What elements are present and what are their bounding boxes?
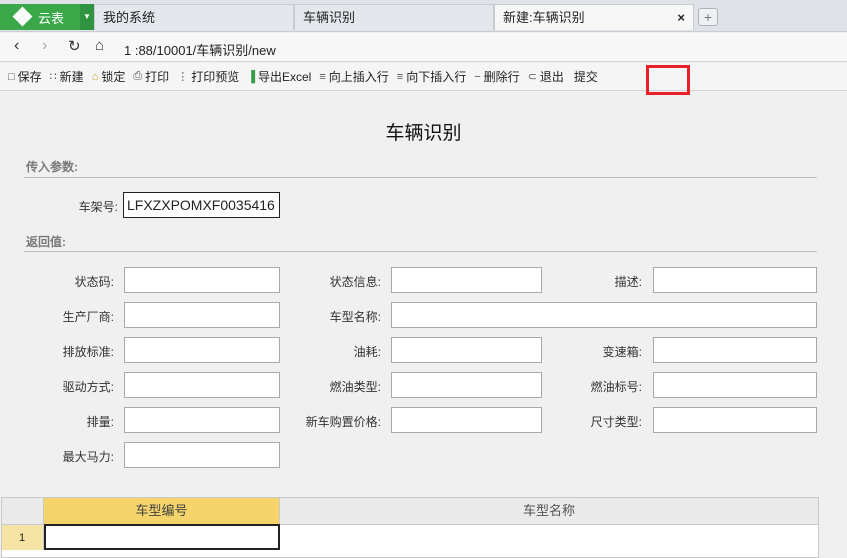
save-button[interactable]: □ 保存 (8, 65, 42, 89)
return-values-heading: 返回值: (26, 235, 66, 249)
fuel-consumption-label: 油耗: (353, 345, 381, 359)
model-table: 车型编号 车型名称 1 (1, 497, 819, 558)
max-power-label: 最大马力: (62, 450, 114, 464)
fuel-grade-field[interactable] (653, 372, 817, 398)
input-params-heading: 传入参数: (26, 160, 78, 174)
max-power-field[interactable] (124, 442, 280, 468)
exit-icon: ⊂ (527, 71, 537, 83)
export-excel-button[interactable]: ▐ 导出Excel (247, 65, 311, 89)
new-car-price-field[interactable] (391, 407, 542, 433)
delete-row-icon: − (474, 70, 481, 83)
gearbox-field[interactable] (653, 337, 817, 363)
print-icon: ⎙ (133, 70, 143, 82)
back-icon[interactable]: ‹ (14, 37, 19, 55)
emission-standard-label: 排放标准: (62, 345, 114, 359)
caret-down-icon[interactable]: ▼ (80, 4, 94, 30)
fuel-grade-label: 燃油标号: (590, 380, 642, 394)
print-preview-button[interactable]: ⋮ 打印预览 (177, 65, 239, 89)
forward-icon[interactable]: › (42, 37, 47, 55)
table-cell-model-name[interactable] (280, 524, 818, 550)
status-code-label: 状态码: (74, 275, 114, 289)
exit-button[interactable]: ⊂ 退出 (528, 65, 564, 89)
insert-row-below-button[interactable]: ≡ 向下插入行 (397, 65, 466, 89)
excel-icon: ▐ (247, 70, 255, 83)
tab-bar: 云表 ▼ 我的系统 车辆识别 新建:车辆识别 × + (0, 0, 847, 32)
new-icon: ∷ (49, 71, 57, 83)
insert-above-icon: ≡ (319, 70, 326, 83)
lock-button[interactable]: ⌂ 锁定 (92, 65, 126, 89)
toolbar: □ 保存 ∷ 新建 ⌂ 锁定 ⎙ 打印 ⋮ 打印预览 ▐ 导出Excel ≡ 向上插入行 ≡ 向… (0, 63, 847, 91)
address-bar: ‹ › ↻ ⌂ 1 :88/10001/车辆识别/new (0, 33, 847, 62)
app-menu-button[interactable]: 云表 ▼ (0, 4, 94, 30)
fuel-consumption-field[interactable] (391, 337, 542, 363)
drive-type-label: 驱动方式: (62, 380, 114, 394)
tab-my-system[interactable]: 我的系统 (94, 4, 294, 30)
manufacturer-label: 生产厂商: (62, 310, 114, 324)
section-divider (24, 177, 817, 178)
new-button[interactable]: ∷ 新建 (50, 65, 84, 89)
status-code-field[interactable] (124, 267, 280, 293)
vin-label: 车架号: (78, 200, 118, 214)
save-icon: □ (8, 70, 15, 83)
column-header-model-name[interactable]: 车型名称 (280, 498, 818, 524)
insert-below-icon: ≡ (396, 70, 404, 83)
refresh-icon[interactable]: ↻ (68, 37, 81, 55)
add-tab-icon[interactable]: + (698, 8, 718, 26)
status-info-field[interactable] (391, 267, 542, 293)
fuel-type-field[interactable] (391, 372, 542, 398)
home-icon[interactable]: ⌂ (95, 37, 104, 54)
displacement-field[interactable] (124, 407, 280, 433)
drive-type-field[interactable] (124, 372, 280, 398)
tab-new-vehicle-recognition[interactable]: 新建:车辆识别 × (494, 4, 694, 30)
close-icon[interactable]: × (677, 5, 685, 30)
status-info-label: 状态信息: (329, 275, 381, 289)
delete-row-button[interactable]: − 删除行 (474, 65, 519, 89)
description-label: 描述: (614, 275, 642, 289)
column-header-model-code[interactable]: 车型编号 (44, 498, 280, 524)
gearbox-label: 变速箱: (602, 345, 642, 359)
url-field[interactable]: 1 :88/10001/车辆识别/new (124, 40, 276, 59)
print-button[interactable]: ⎙ 打印 (133, 65, 169, 89)
manufacturer-field[interactable] (124, 302, 280, 328)
submit-highlight-box (646, 65, 690, 95)
size-type-field[interactable] (653, 407, 817, 433)
submit-button[interactable]: 提交 (574, 65, 598, 89)
displacement-label: 排量: (86, 415, 114, 429)
row-number: 1 (2, 524, 44, 550)
page-title: 车辆识别 (385, 123, 462, 144)
model-name-field[interactable] (391, 302, 817, 328)
table-corner (2, 498, 44, 524)
print-preview-icon: ⋮ (177, 71, 189, 83)
vin-field[interactable]: LFXZXPOMXF0035416 (123, 192, 280, 218)
section-divider (24, 251, 817, 252)
fuel-type-label: 燃油类型: (329, 380, 381, 394)
lock-icon: ⌂ (91, 70, 99, 83)
model-name-label: 车型名称: (329, 310, 381, 324)
description-field[interactable] (653, 267, 817, 293)
size-type-label: 尺寸类型: (590, 415, 642, 429)
emission-standard-field[interactable] (124, 337, 280, 363)
app-name: 云表 (38, 10, 65, 26)
table-cell-model-code[interactable] (44, 524, 280, 550)
app-logo-icon (12, 6, 33, 27)
tab-vehicle-recognition[interactable]: 车辆识别 (294, 4, 494, 30)
insert-row-above-button[interactable]: ≡ 向上插入行 (319, 65, 388, 89)
new-car-price-label: 新车购置价格: (305, 415, 381, 429)
